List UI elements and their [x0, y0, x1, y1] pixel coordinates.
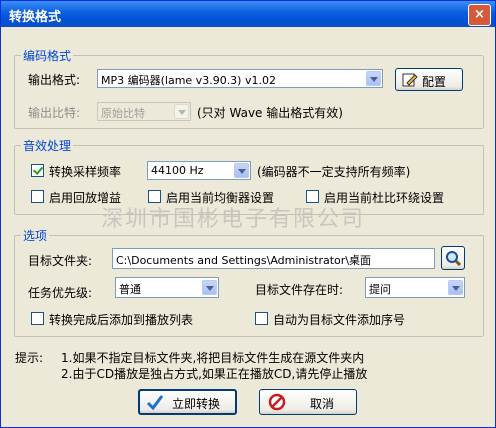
options-legend: 选项: [23, 229, 48, 243]
chevron-down-icon: [234, 163, 249, 178]
output-format-value: MP3 编码器(lame v3.90.3) v1.02: [101, 74, 276, 87]
file-exists-value: 提问: [369, 283, 391, 296]
file-exists-select[interactable]: 提问: [365, 277, 465, 298]
output-bitrate-select[interactable]: 原始比特: [97, 102, 191, 121]
cancel-button[interactable]: 取消: [259, 389, 357, 415]
output-bitrate-label: 输出比特:: [28, 106, 81, 120]
config-button[interactable]: 配置: [395, 68, 463, 91]
priority-select[interactable]: 普通: [115, 277, 219, 298]
convert-now-button[interactable]: 立即转换: [138, 389, 237, 415]
tips-label: 提示:: [15, 351, 44, 365]
priority-label: 任务优先级:: [28, 286, 93, 300]
convert-now-label: 立即转换: [172, 397, 221, 411]
output-bitrate-value: 原始比特: [101, 107, 145, 120]
cancel-icon: [268, 393, 286, 411]
add-to-playlist-label: 转换完成后添加到播放列表: [49, 313, 194, 327]
close-icon: ×: [474, 7, 485, 22]
target-folder-input[interactable]: C:\Documents and Settings\Administrator\…: [112, 248, 435, 269]
resample-note: (编码器不一定支持所有频率): [257, 165, 411, 179]
close-button[interactable]: ×: [468, 4, 491, 26]
add-to-playlist-checkbox[interactable]: [31, 312, 44, 325]
config-button-label: 配置: [422, 75, 447, 89]
replay-gain-checkbox[interactable]: [31, 190, 44, 203]
output-format-label: 输出格式:: [28, 73, 81, 87]
pencil-edit-icon: [402, 73, 418, 87]
add-sequence-number-label: 自动为目标文件添加序号: [273, 313, 406, 327]
chevron-down-icon: [366, 71, 381, 86]
cancel-label: 取消: [310, 397, 335, 411]
tips-line-1: 1.如果不指定目标文件夹,将把目标文件生成在源文件夹内: [61, 351, 365, 365]
target-folder-value: C:\Documents and Settings\Administrator\…: [116, 254, 372, 267]
file-exists-label: 目标文件存在时:: [255, 283, 344, 297]
resample-label: 转换采样频率: [49, 165, 122, 179]
resample-checkbox[interactable]: [31, 164, 44, 177]
chevron-down-icon: [202, 280, 217, 295]
magnifier-icon: [446, 251, 461, 266]
bitrate-note: (只对 Wave 输出格式有效): [197, 106, 343, 120]
window-title: 转换格式: [9, 10, 62, 25]
convert-format-dialog: 转换格式 × 编码格式 输出格式: MP3 编码器(lame v3.90.3) …: [0, 0, 496, 428]
output-format-select[interactable]: MP3 编码器(lame v3.90.3) v1.02: [97, 69, 383, 88]
browse-folder-button[interactable]: [441, 246, 465, 270]
tips-line-2: 2.由于CD播放是独占方式,如果正在播放CD,请先停止播放: [61, 367, 368, 381]
priority-value: 普通: [119, 283, 141, 296]
chevron-down-icon: [174, 104, 189, 119]
title-bar[interactable]: 转换格式 ×: [1, 1, 495, 27]
chevron-down-icon: [448, 280, 463, 295]
checkmark-icon: [146, 395, 164, 410]
sample-rate-value: 44100 Hz: [151, 164, 204, 177]
sample-rate-select[interactable]: 44100 Hz: [147, 161, 251, 180]
encode-legend: 编码格式: [23, 49, 72, 63]
add-sequence-number-checkbox[interactable]: [255, 312, 268, 325]
target-folder-label: 目标文件夹:: [28, 254, 93, 268]
sound-legend: 音效处理: [23, 139, 72, 153]
